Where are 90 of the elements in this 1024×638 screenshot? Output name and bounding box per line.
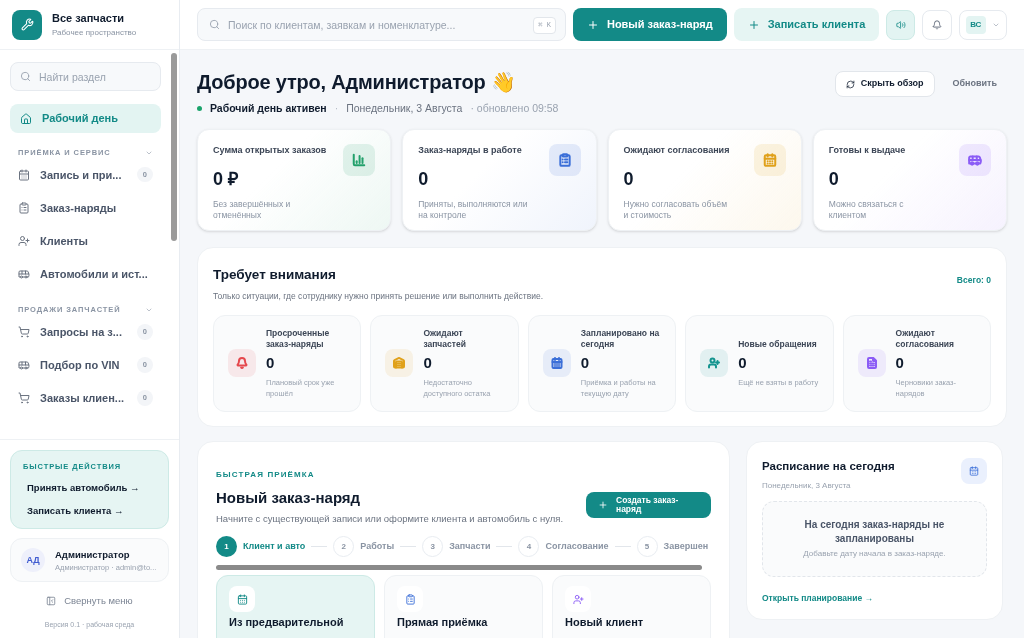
planning-link[interactable]: Открыть планирование → [762,592,987,605]
search-icon [20,71,31,82]
stat-title: Сумма открытых заказов [213,143,327,157]
panel-title: Требует внимания [213,265,337,284]
attention-title: Просроченные заказ-наряды [266,328,331,350]
quick-action-link[interactable]: Записать клиента → [23,504,156,519]
stat-note: Можно связаться с клиентом [828,199,905,222]
workday-status: Рабочий день активен [210,101,327,116]
clipboard-icon [397,586,423,613]
attention-value: 0 [738,353,748,373]
vehicle-icon [18,359,30,371]
cart-icon [18,326,30,338]
new-order-button[interactable]: Новый заказ-наряд [572,8,727,41]
quick-action-link[interactable]: Принять автомобиль → [23,480,156,495]
stat-note: Без завершённых и отменённых [213,199,292,222]
scrollbar[interactable] [171,53,177,241]
option-card[interactable]: Из предварительной [216,575,375,638]
plus-icon [747,18,760,31]
nav-item[interactable]: Заказ-наряды [10,191,161,225]
attention-value: 0 [895,353,905,373]
user-avatar: АД [21,548,45,573]
update-time: · обновлено 09:58 [470,101,559,116]
collapse-menu-button[interactable]: Свернуть меню [10,594,169,609]
search-icon [209,19,220,30]
option-title: Из предварительной [229,616,345,630]
collapse-icon [46,596,57,607]
option-title: Прямая приёмка [397,616,489,630]
user-plus-icon [18,234,30,247]
add-client-button[interactable]: Записать клиента [733,8,880,41]
hide-overview-button[interactable]: Скрыть обзор [834,71,935,97]
brand-subtitle: Рабочее пространство [52,26,137,39]
current-date: Понедельник, 3 Августа [346,101,463,116]
empty-hint: Добавьте дату начала в заказ-наряде. [803,548,946,560]
schedule-date: Понедельник, 3 Августа [762,480,852,492]
stat-note: Нужно согласовать объём и стоимость [623,199,729,222]
option-card[interactable]: Новый клиент [552,575,711,638]
plus-icon [586,18,599,31]
attention-title: Новые обращения [738,339,818,350]
cart-icon [18,392,30,404]
brand-name: Все запчасти [52,11,126,27]
stat-title: Ожидают согласования [623,143,731,157]
attention-value: 0 [423,353,433,373]
empty-title: На сегодня заказ-наряды не запланированы [803,518,946,546]
attention-value: 0 [266,353,276,373]
vehicle-icon [18,267,30,280]
attention-value: 0 [580,353,591,373]
calendar-icon [229,586,255,613]
panel-description: Начните с существующей записи или оформите клиента и автомобиль с нуля. [216,512,565,527]
user-plus-icon [565,586,591,613]
attention-title: Ожидают запчастей [423,328,467,350]
clipboard-icon [18,201,30,214]
panel-title: Новый заказ-наряд [216,487,362,508]
stat-value: 0 [828,168,840,192]
stat-value: 0 ₽ [213,168,239,192]
panel-subtitle: Только ситуации, где сотруднику нужно принять решение или выполнить действие. [213,290,543,303]
option-title: Новый клиент [565,616,645,630]
account-menu-button[interactable]: ВС [958,9,1007,40]
nav-item[interactable]: Автомобили и ист... [10,257,161,291]
user-name: Администратор [55,547,131,562]
stat-value: 0 [623,168,635,192]
account-avatar: ВС [965,15,986,34]
panel-title: Расписание на сегодня [762,458,895,474]
stat-title: Заказ-наряды в работе [418,143,523,157]
plus-icon [598,499,608,510]
section-search-field[interactable]: Найти раздел [10,62,161,91]
sound-button[interactable] [886,9,916,40]
logo-icon [12,9,42,40]
nav-item[interactable]: Рабочий день [10,104,161,133]
step-tab[interactable]: 1 Клиент и авто [216,536,306,558]
home-icon [20,112,32,125]
attention-title: Запланировано на сегодня [580,328,661,350]
greeting-title: Доброе утро, Администратор 👋 [197,70,517,95]
total-count: Всего: 0 [956,273,991,287]
refresh-button[interactable]: Обновить [942,71,1007,97]
refresh-icon [845,79,855,89]
stat-value: 0 [418,168,430,192]
bell-icon [931,19,942,30]
nav-item[interactable]: Клиенты [10,224,161,258]
calendar-icon [18,168,30,181]
stat-note: Приняты, выполняются или на контроле [418,199,529,222]
panel-eyebrow: БЫСТРАЯ ПРИЁМКА [216,469,315,479]
stat-title: Готовы к выдаче [828,143,907,157]
create-order-button[interactable]: Создать заказ-наряд [586,491,711,518]
notifications-button[interactable] [922,9,952,40]
separator-dot: · [334,101,339,116]
speaker-icon [895,19,906,30]
scrollbar[interactable] [216,565,702,571]
option-card[interactable]: Прямая приёмка [384,575,543,638]
calendar-icon [961,457,987,484]
attention-title: Ожидают согласования [895,328,956,350]
